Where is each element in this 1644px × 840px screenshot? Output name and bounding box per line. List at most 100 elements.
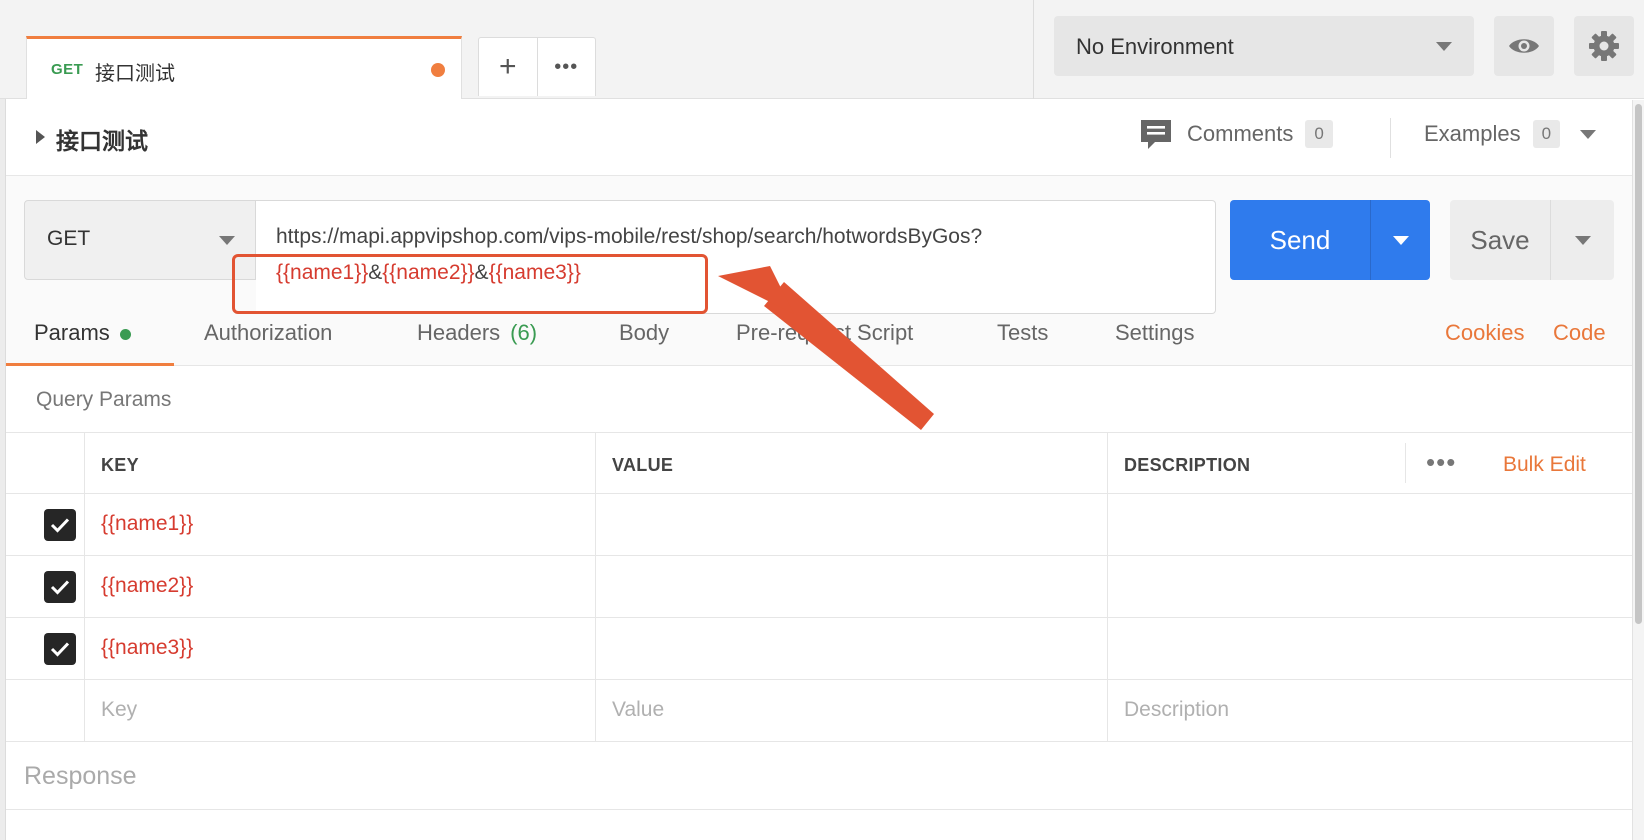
tab-pre-request-script[interactable]: Pre-request Script: [736, 320, 913, 346]
more-icon: •••: [554, 55, 579, 78]
table-row: {{name1}}: [6, 494, 1632, 556]
table-row-new: Key Value Description: [6, 680, 1632, 742]
unsaved-changes-dot: [431, 63, 445, 77]
param-key: {{name2}}: [101, 574, 194, 597]
send-label: Send: [1269, 224, 1331, 255]
environment-select[interactable]: No Environment: [1054, 16, 1474, 76]
table-row: {{name2}}: [6, 556, 1632, 618]
examples-label: Examples: [1424, 121, 1521, 146]
chevron-down-icon: [219, 236, 235, 245]
comments-count: 0: [1305, 120, 1333, 148]
tab-actions: + •••: [478, 37, 596, 96]
send-options-button[interactable]: [1370, 200, 1430, 280]
response-panel: Response: [6, 742, 1632, 810]
column-header-key: KEY: [84, 433, 595, 493]
param-value-cell[interactable]: [595, 556, 1107, 617]
response-label: Response: [24, 762, 137, 790]
divider: [1033, 0, 1034, 99]
divider: [1405, 443, 1406, 483]
tab-authorization[interactable]: Authorization: [204, 320, 332, 346]
annotation-highlight-box: [232, 254, 708, 314]
new-key-input[interactable]: Key: [84, 680, 595, 741]
table-header: KEY VALUE DESCRIPTION ••• Bulk Edit: [6, 432, 1632, 494]
column-header-label: KEY: [101, 455, 139, 475]
param-key-cell[interactable]: {{name3}}: [84, 618, 595, 679]
request-tab-name: 接口测试: [95, 63, 175, 85]
cookies-link[interactable]: Cookies: [1445, 320, 1524, 346]
plus-icon: +: [498, 50, 517, 83]
divider: [1390, 118, 1391, 158]
param-description-cell[interactable]: [1107, 556, 1632, 617]
tab-params-label: Params: [34, 320, 110, 345]
manage-environments-button[interactable]: [1574, 16, 1634, 76]
description-placeholder: Description: [1124, 698, 1230, 721]
query-params-title: Query Params: [36, 388, 172, 411]
params-active-dot: [119, 328, 131, 340]
save-label: Save: [1470, 224, 1530, 255]
tab-headers-label: Headers: [417, 320, 501, 345]
column-header-label: DESCRIPTION: [1124, 455, 1251, 475]
environment-quick-look-button[interactable]: [1494, 16, 1554, 76]
table-row: {{name3}}: [6, 618, 1632, 680]
comment-icon: [1141, 120, 1171, 149]
checkmark-icon: [50, 580, 70, 595]
comments-label: Comments: [1187, 121, 1294, 146]
param-value-cell[interactable]: [595, 618, 1107, 679]
param-key-cell[interactable]: {{name1}}: [84, 494, 595, 555]
scrollbar-thumb[interactable]: [1635, 104, 1642, 624]
request-tab-method: GET: [51, 61, 84, 78]
chevron-down-icon: [1392, 235, 1409, 245]
column-header-label: VALUE: [612, 455, 674, 475]
tab-options-button[interactable]: •••: [536, 38, 596, 96]
chevron-down-icon: [1436, 42, 1452, 51]
new-description-input[interactable]: Description: [1107, 680, 1632, 741]
method-select[interactable]: GET: [24, 200, 256, 280]
scrollbar[interactable]: [1632, 100, 1644, 840]
param-description-cell[interactable]: [1107, 618, 1632, 679]
params-table: KEY VALUE DESCRIPTION ••• Bulk Edit {{na…: [6, 432, 1632, 742]
eye-icon: [1509, 39, 1539, 53]
param-description-cell[interactable]: [1107, 494, 1632, 555]
bulk-edit-link[interactable]: Bulk Edit: [1503, 453, 1586, 477]
value-placeholder: Value: [612, 698, 665, 721]
checkmark-icon: [50, 518, 70, 533]
save-button[interactable]: Save: [1450, 200, 1614, 280]
headers-count: (6): [510, 320, 538, 345]
environment-selected: No Environment: [1076, 34, 1234, 59]
param-enabled-checkbox[interactable]: [44, 633, 76, 665]
chevron-down-icon: [1574, 235, 1591, 245]
param-enabled-checkbox[interactable]: [44, 509, 76, 541]
url-base: https://mapi.appvipshop.com/vips-mobile/…: [276, 225, 983, 248]
chevron-down-icon: [1580, 129, 1597, 139]
param-value-cell[interactable]: [595, 494, 1107, 555]
active-tab-indicator: [6, 363, 174, 366]
examples-button[interactable]: Examples 0: [1424, 120, 1597, 148]
tab-body[interactable]: Body: [619, 320, 669, 346]
gear-icon: [1589, 31, 1619, 61]
send-button[interactable]: Send: [1230, 200, 1430, 280]
request-title[interactable]: 接口测试: [56, 122, 148, 156]
column-header-value: VALUE: [595, 433, 1107, 493]
tab-params[interactable]: Params: [34, 320, 131, 346]
code-link[interactable]: Code: [1553, 320, 1606, 346]
comments-button[interactable]: Comments 0: [1139, 118, 1333, 150]
method-selected: GET: [47, 227, 91, 250]
examples-count: 0: [1532, 120, 1561, 148]
tab-settings[interactable]: Settings: [1115, 320, 1195, 346]
save-options-button[interactable]: [1550, 200, 1614, 280]
more-icon[interactable]: •••: [1426, 447, 1456, 478]
checkmark-icon: [50, 642, 70, 657]
tab-tests[interactable]: Tests: [997, 320, 1048, 346]
request-tab[interactable]: GET 接口测试: [26, 36, 462, 99]
param-key: {{name1}}: [101, 512, 194, 535]
param-key-cell[interactable]: {{name2}}: [84, 556, 595, 617]
param-enabled-checkbox[interactable]: [44, 571, 76, 603]
caret-right-icon[interactable]: [36, 130, 45, 144]
request-title-row: 接口测试 Comments 0 Examples 0: [6, 100, 1632, 176]
new-value-input[interactable]: Value: [595, 680, 1107, 741]
tab-headers[interactable]: Headers (6): [417, 320, 537, 346]
new-tab-button[interactable]: +: [479, 38, 537, 96]
key-placeholder: Key: [101, 698, 138, 721]
param-key: {{name3}}: [101, 636, 194, 659]
tab-bar: GET 接口测试 + ••• No Environment: [0, 0, 1644, 99]
